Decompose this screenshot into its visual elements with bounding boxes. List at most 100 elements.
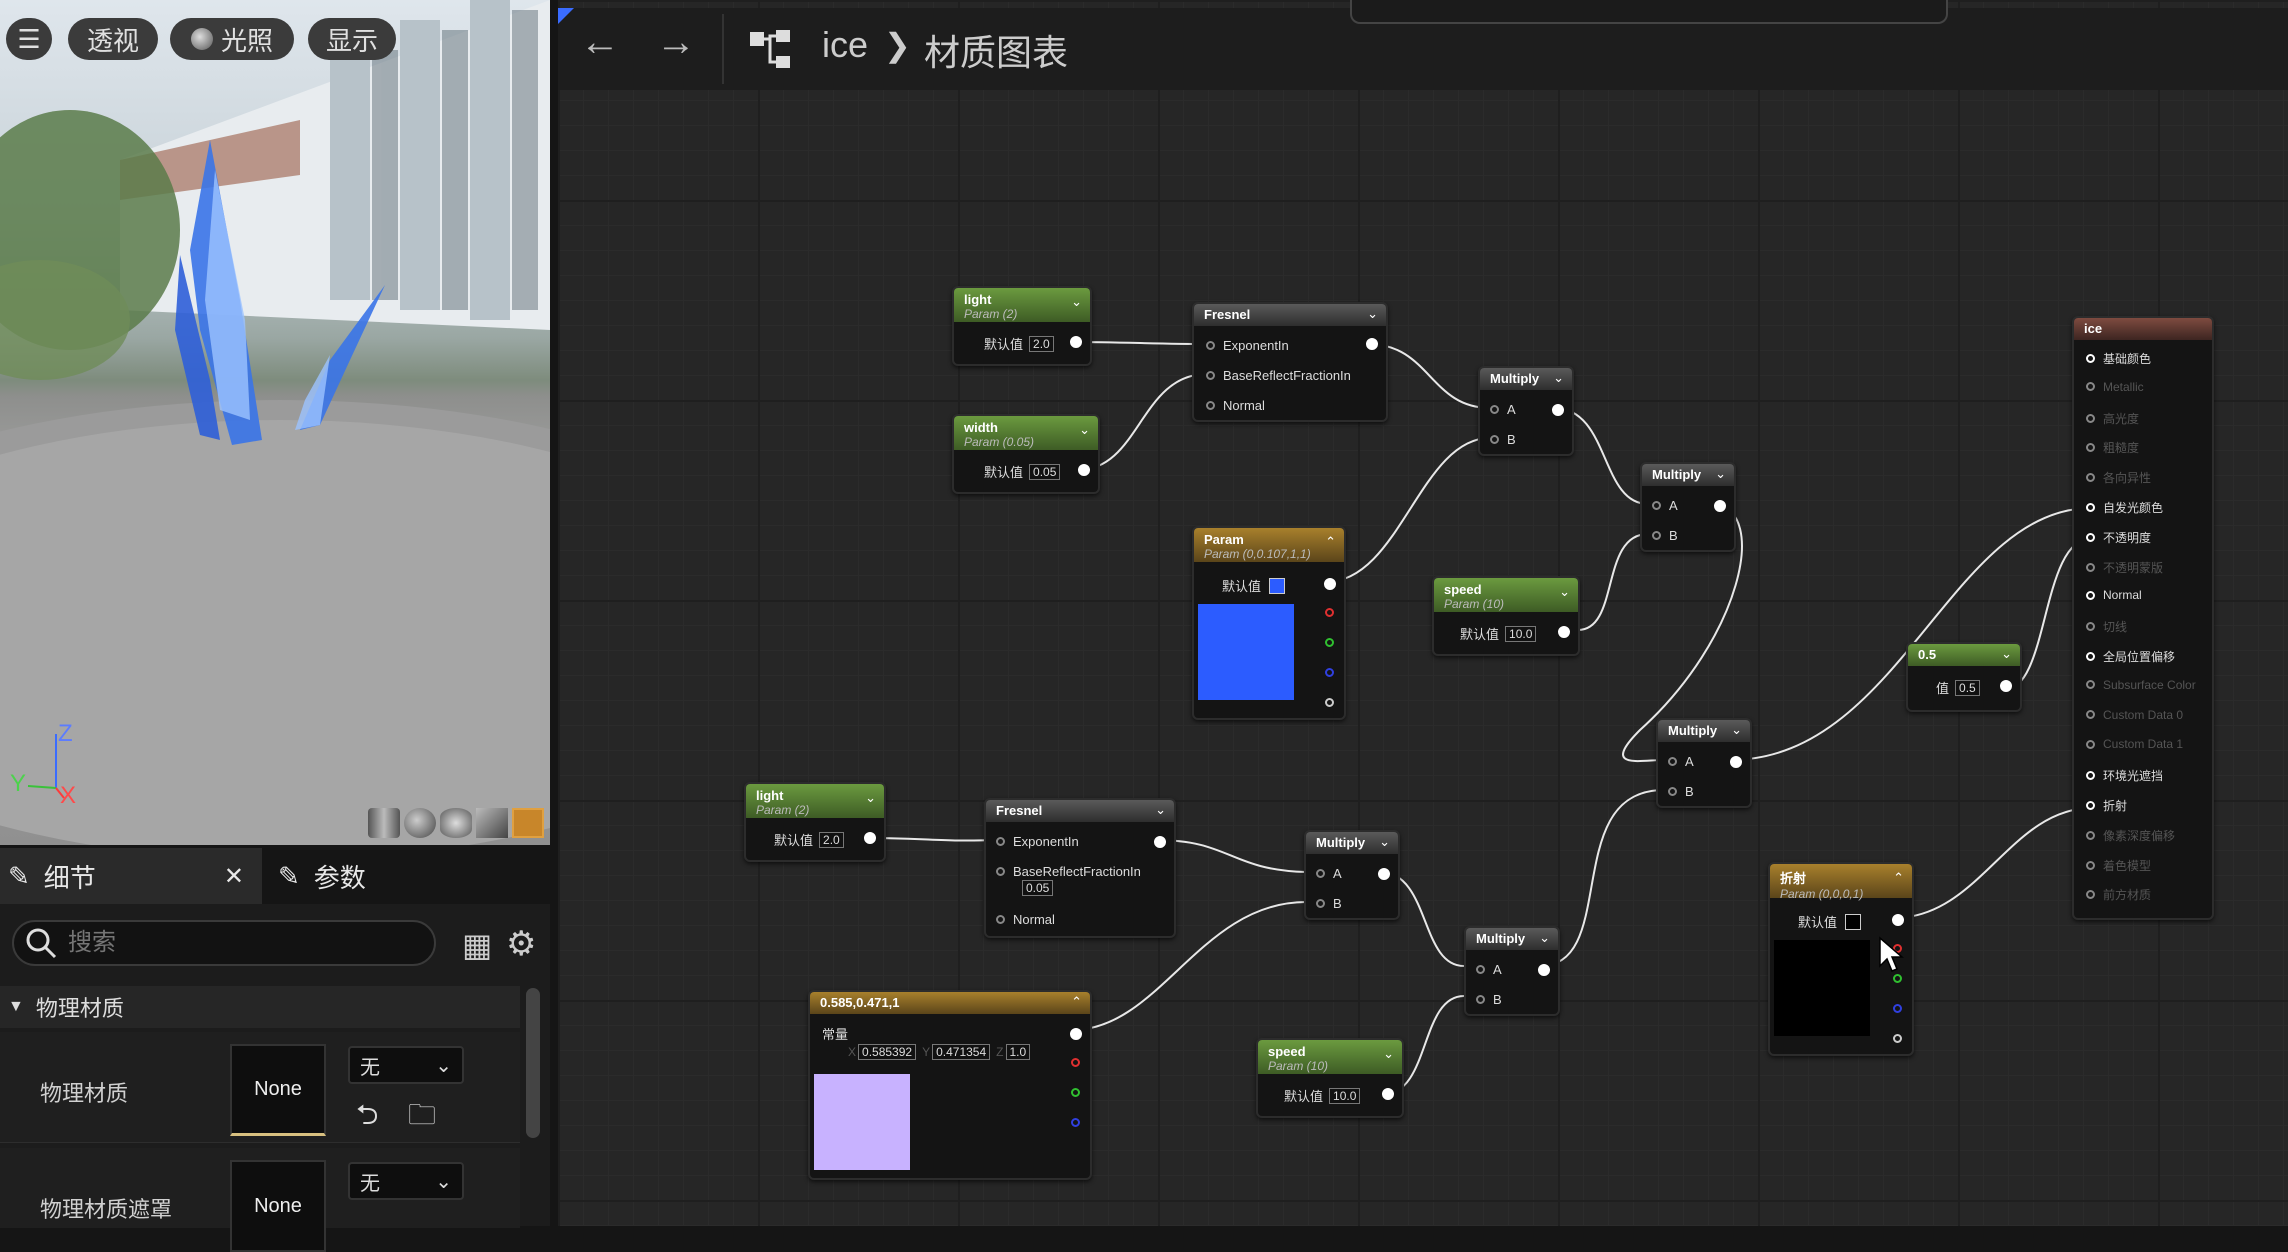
node-light-param[interactable]: light Param (2) ⌄ 默认值 2.0 bbox=[952, 286, 1092, 366]
chevron-down-icon[interactable]: ⌄ bbox=[1367, 306, 1378, 322]
output-pin-alpha[interactable] bbox=[1893, 1034, 1902, 1043]
input-pin[interactable] bbox=[2086, 590, 2095, 600]
input-pin[interactable] bbox=[2086, 354, 2095, 363]
input-pin[interactable] bbox=[996, 837, 1005, 846]
output-pin[interactable] bbox=[1892, 914, 1904, 926]
output-pin[interactable] bbox=[1730, 756, 1742, 768]
node-material-result[interactable]: ice 基础颜色 Metallic 高光度 粗糙度 各向异性 自发光颜色 不透明度 不透明蒙版… bbox=[2072, 316, 2214, 920]
color-chip[interactable] bbox=[1845, 913, 1862, 930]
value-field[interactable]: 0.5 bbox=[1955, 679, 1980, 696]
chevron-up-icon[interactable]: ⌃ bbox=[1893, 870, 1904, 886]
input-pin[interactable] bbox=[1652, 531, 1661, 540]
input-pin[interactable] bbox=[2086, 860, 2095, 870]
input-pin[interactable] bbox=[2086, 413, 2095, 423]
chevron-down-icon[interactable]: ⌄ bbox=[1383, 1046, 1394, 1062]
input-pin[interactable] bbox=[2086, 532, 2095, 542]
node-speed-param[interactable]: speed Param (10) ⌄ 默认值 10.0 bbox=[1256, 1038, 1404, 1118]
input-pin[interactable] bbox=[2086, 503, 2095, 512]
node-constant-0-5[interactable]: 0.5 ⌄ 值 0.5 bbox=[1906, 642, 2022, 712]
output-pin-green[interactable] bbox=[1071, 1088, 1080, 1097]
node-multiply[interactable]: Multiply ⌄ A B bbox=[1478, 366, 1574, 456]
chevron-down-icon[interactable]: ⌄ bbox=[1071, 294, 1082, 310]
input-pin[interactable] bbox=[2086, 830, 2095, 840]
output-pin-red[interactable] bbox=[1071, 1058, 1080, 1067]
output-pin-red[interactable] bbox=[1325, 608, 1334, 617]
output-pin-alpha[interactable] bbox=[1325, 698, 1334, 707]
input-pin[interactable] bbox=[2086, 652, 2095, 661]
output-pin-blue[interactable] bbox=[1325, 668, 1334, 677]
output-pin[interactable] bbox=[1070, 336, 1082, 348]
default-value-field[interactable]: 2.0 bbox=[819, 831, 844, 848]
input-pin[interactable] bbox=[2086, 710, 2095, 720]
node-multiply[interactable]: Multiply ⌄ A B bbox=[1464, 926, 1560, 1016]
chevron-down-icon[interactable]: ⌄ bbox=[865, 790, 876, 806]
chevron-down-icon[interactable]: ⌄ bbox=[1155, 802, 1166, 818]
input-pin[interactable] bbox=[2086, 680, 2095, 690]
input-pin[interactable] bbox=[1206, 401, 1215, 410]
input-pin[interactable] bbox=[2086, 473, 2095, 483]
chevron-up-icon[interactable]: ⌃ bbox=[1325, 534, 1336, 550]
chevron-down-icon[interactable]: ⌄ bbox=[1559, 584, 1570, 600]
input-pin[interactable] bbox=[1206, 371, 1215, 380]
output-pin-blue[interactable] bbox=[1071, 1118, 1080, 1127]
output-pin-blue[interactable] bbox=[1893, 1004, 1902, 1013]
output-pin[interactable] bbox=[1324, 578, 1336, 590]
input-pin[interactable] bbox=[1316, 869, 1325, 878]
input-pin[interactable] bbox=[2086, 443, 2095, 453]
input-pin[interactable] bbox=[1476, 995, 1485, 1004]
chevron-up-icon[interactable]: ⌃ bbox=[1071, 994, 1082, 1010]
output-pin[interactable] bbox=[2000, 680, 2012, 692]
node-light-param[interactable]: light Param (2) ⌄ 默认值 2.0 bbox=[744, 782, 886, 862]
chevron-down-icon[interactable]: ⌄ bbox=[2001, 646, 2012, 662]
base-reflect-value-field[interactable]: 0.05 bbox=[1022, 880, 1054, 896]
output-pin[interactable] bbox=[1070, 1028, 1082, 1040]
node-constant-vector[interactable]: 0.585,0.471,1 ⌃ 常量 X 0.585392 Y 0.471354 Z1… bbox=[808, 990, 1092, 1180]
node-width-param[interactable]: width Param (0.05) ⌄ 默认值 0.05 bbox=[952, 414, 1100, 494]
input-pin[interactable] bbox=[2086, 382, 2095, 392]
input-pin[interactable] bbox=[1490, 435, 1499, 444]
input-pin[interactable] bbox=[1668, 787, 1677, 796]
input-pin[interactable] bbox=[1490, 405, 1499, 414]
input-pin[interactable] bbox=[1206, 341, 1215, 350]
output-pin[interactable] bbox=[864, 832, 876, 844]
chevron-down-icon[interactable]: ⌄ bbox=[1715, 466, 1726, 482]
node-multiply[interactable]: Multiply ⌄ A B bbox=[1304, 830, 1400, 920]
input-pin[interactable] bbox=[2086, 739, 2095, 749]
input-pin[interactable] bbox=[996, 867, 1005, 876]
output-pin[interactable] bbox=[1078, 464, 1090, 476]
input-pin[interactable] bbox=[2086, 890, 2095, 900]
y-value-field[interactable]: 0.471354 bbox=[932, 1044, 991, 1060]
default-value-field[interactable]: 10.0 bbox=[1505, 625, 1537, 642]
input-pin[interactable] bbox=[1652, 501, 1661, 510]
output-pin[interactable] bbox=[1382, 1088, 1394, 1100]
input-pin[interactable] bbox=[2086, 622, 2095, 632]
default-value-field[interactable]: 2.0 bbox=[1029, 335, 1054, 352]
node-multiply[interactable]: Multiply ⌄ A B bbox=[1640, 462, 1736, 552]
input-pin[interactable] bbox=[1668, 757, 1677, 766]
chevron-down-icon[interactable]: ⌄ bbox=[1539, 930, 1550, 946]
chevron-down-icon[interactable]: ⌄ bbox=[1079, 422, 1090, 438]
node-speed-param[interactable]: speed Param (10) ⌄ 默认值 10.0 bbox=[1432, 576, 1580, 656]
output-pin[interactable] bbox=[1552, 404, 1564, 416]
input-pin[interactable] bbox=[1476, 965, 1485, 974]
default-value-field[interactable]: 10.0 bbox=[1329, 1087, 1361, 1104]
output-pin[interactable] bbox=[1366, 338, 1378, 350]
input-pin[interactable] bbox=[1316, 899, 1325, 908]
output-pin[interactable] bbox=[1558, 626, 1570, 638]
output-pin[interactable] bbox=[1154, 836, 1166, 848]
output-pin-green[interactable] bbox=[1325, 638, 1334, 647]
node-param-color[interactable]: Param Param (0,0.107,1,1) ⌃ 默认值 bbox=[1192, 526, 1346, 720]
chevron-down-icon[interactable]: ⌄ bbox=[1379, 834, 1390, 850]
z-value-field[interactable]: 1.0 bbox=[1005, 1044, 1031, 1060]
default-value-field[interactable]: 0.05 bbox=[1029, 463, 1061, 480]
input-pin[interactable] bbox=[2086, 801, 2095, 810]
color-chip[interactable] bbox=[1269, 577, 1286, 594]
input-pin[interactable] bbox=[2086, 771, 2095, 781]
node-fresnel[interactable]: Fresnel ⌄ ExponentIn BaseReflectFractionI… bbox=[984, 798, 1176, 938]
chevron-down-icon[interactable]: ⌄ bbox=[1553, 370, 1564, 386]
output-pin[interactable] bbox=[1714, 500, 1726, 512]
output-pin[interactable] bbox=[1538, 964, 1550, 976]
node-fresnel[interactable]: Fresnel ⌄ ExponentIn BaseReflectFractionI… bbox=[1192, 302, 1388, 422]
input-pin[interactable] bbox=[996, 915, 1005, 924]
x-value-field[interactable]: 0.585392 bbox=[858, 1044, 917, 1060]
